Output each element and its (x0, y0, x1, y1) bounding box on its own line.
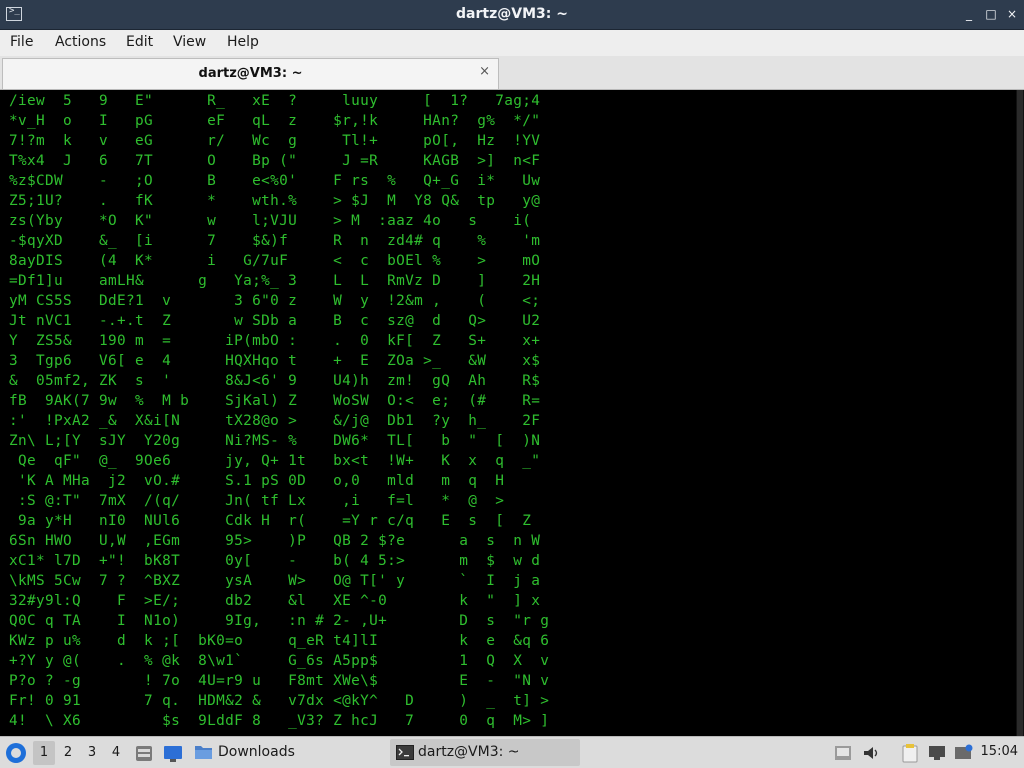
display-icon[interactable] (928, 745, 946, 761)
scrollbar-thumb[interactable] (1017, 90, 1023, 736)
terminal-line: zs(Yby *O K" w l;VJU > M :aaz 4o s i( (0, 213, 541, 229)
volume-icon[interactable] (862, 745, 880, 761)
terminal-line: 32#y9l:Q F >E/; db2 &l XE ^-0 k " ] x (0, 593, 550, 609)
workspace-3[interactable]: 3 (81, 741, 103, 765)
tab-close-icon[interactable]: × (479, 64, 490, 79)
terminal-line: \kMS 5Cw 7 ? ^BXZ ysA W> O@ T[' y ` I j … (0, 573, 550, 589)
network-icon[interactable] (834, 745, 852, 761)
terminal-line: fB 9AK(7 9w % M b SjKal) Z WoSW O:< e; (… (0, 393, 550, 409)
workspace-2[interactable]: 2 (57, 741, 79, 765)
start-menu-icon[interactable] (6, 743, 26, 763)
folder-icon (195, 746, 212, 759)
close-button[interactable]: × (1005, 7, 1019, 21)
terminal-line: %z$CDW - ;O B e<%0' F rs % Q+_G i* Uw (0, 173, 550, 189)
terminal-line: 6Sn HWO U,W ,EGm 95> )P QB 2 $?e a s n W (0, 533, 550, 549)
menu-bar: File Actions Edit View Help (0, 30, 1024, 56)
terminal-output[interactable]: /iew 5 9 E" R_ xE ? luuy [ 1? 7ag;4 *v_H… (0, 90, 1024, 736)
notification-icon[interactable] (954, 744, 974, 762)
terminal-line: +?Y y @( . % @k 8\w1` G_6s A5pp$ 1 Q X v (0, 653, 559, 669)
clipboard-icon[interactable] (900, 743, 920, 763)
terminal-line: Z5;1U? . fK * wth.% > $J M Y8 Q& tp y@ (0, 193, 550, 209)
terminal-line: Q0C q TA I N1o) 9Ig, :n # 2- ,U+ D s "r … (0, 613, 559, 629)
terminal-line: *v_H o I pG eF qL z $r,!k HAn? g% */" (0, 113, 550, 129)
show-desktop-icon[interactable] (162, 743, 184, 763)
terminal-line: yM CS5S DdE?1 v 3 6"0 z W y !2&m , ( <; (0, 293, 550, 309)
workspace-4[interactable]: 4 (105, 741, 127, 765)
workspace-1[interactable]: 1 (33, 741, 55, 765)
terminal-line: P?o ? -g ! 7o 4U=r9 u F8mt XWe\$ E - "N … (0, 673, 559, 689)
terminal-icon (396, 745, 414, 760)
terminal-line: 3 Tgp6 V6[ e 4 HQXHqo t + E ZOa >_ &W x$ (0, 353, 550, 369)
terminal-line: /iew 5 9 E" R_ xE ? luuy [ 1? 7ag;4 (0, 93, 550, 109)
terminal-line: -$qyXD &_ [i 7 $&)f R n zd4# q % 'm (0, 233, 550, 249)
terminal-line: Y ZS5& 190 m = iP(mbO : . 0 kF[ Z S+ x+ (0, 333, 550, 349)
menu-help[interactable]: Help (227, 34, 259, 50)
task-label-terminal: dartz@VM3: ~ (418, 744, 520, 760)
taskbar: 1 2 3 4 Downloads dartz@VM3: ~ 15:04 (0, 736, 1024, 768)
terminal-line: Zn\ L;[Y sJY Y20g Ni?MS- % DW6* TL[ b " … (0, 433, 550, 449)
terminal-line: :S @:T" 7mX /(q/ Jn( tf Lx ,i f=l * @ > (0, 493, 550, 509)
menu-edit[interactable]: Edit (126, 34, 153, 50)
terminal-line: 4! \ X6 $s 9LddF 8 _V3? Z hcJ 7 0 q M> ] (0, 713, 559, 729)
menu-actions[interactable]: Actions (55, 34, 106, 50)
tab-bar: dartz@VM3: ~ × (0, 56, 1024, 90)
menu-view[interactable]: View (173, 34, 206, 50)
terminal-line: & 05mf2, ZK s ' 8&J<6' 9 U4)h zm! gQ Ah … (0, 373, 550, 389)
window-title: dartz@VM3: ~ (456, 6, 568, 22)
tab-label: dartz@VM3: ~ (198, 66, 303, 81)
terminal-line: xC1* l7D +"! bK8T 0y[ - b( 4 5:> m $ w d (0, 553, 550, 569)
terminal-line: Fr! 0 91 7 q. HDM&2 & v7dx <@kY^ D ) _ t… (0, 693, 559, 709)
terminal-line: Jt nVC1 -.+.t Z w SDb a B c sz@ d Q> U2 (0, 313, 550, 329)
terminal-line: :' !PxA2 _& X&i[N tX28@o > &/j@ Db1 ?y h… (0, 413, 550, 429)
taskbar-clock: 15:04 (980, 744, 1018, 759)
terminal-line: 9a y*H nI0 NUl6 Cdk H r( =Y r c/q E s [ … (0, 513, 550, 529)
terminal-line: 8ayDIS (4 K* i G/7uF < c bOEl % > mO (0, 253, 550, 269)
window-titlebar[interactable]: >_ dartz@VM3: ~ _ □ × (0, 0, 1024, 30)
terminal-scrollbar[interactable] (1016, 90, 1024, 736)
file-manager-icon[interactable] (134, 743, 154, 763)
terminal-line: 'K A MHa j2 vO.# S.1 pS 0D o,0 mld m q H (0, 473, 550, 489)
task-label-downloads: Downloads (218, 744, 295, 760)
terminal-line: KWz p u% d k ;[ bK0=o q_eR t4]lI k e &q … (0, 633, 559, 649)
terminal-line: Qe qF" @_ 9Oe6 jy, Q+ 1t bx<t !W+ K x q … (0, 453, 550, 469)
terminal-tab[interactable]: dartz@VM3: ~ × (2, 58, 499, 89)
maximize-button[interactable]: □ (984, 7, 998, 21)
task-downloads[interactable]: Downloads (190, 739, 380, 766)
task-terminal[interactable]: dartz@VM3: ~ (390, 739, 580, 766)
minimize-button[interactable]: _ (962, 7, 976, 21)
menu-file[interactable]: File (10, 34, 33, 50)
terminal-line: T%x4 J 6 7T O Bp (" J =R KAGB >] n<F (0, 153, 550, 169)
terminal-line: =Df1]u amLH& g Ya;%_ 3 L L RmVz D ] 2H (0, 273, 550, 289)
terminal-line: 7!?m k v eG r/ Wc g Tl!+ pO[, Hz !YV (0, 133, 550, 149)
